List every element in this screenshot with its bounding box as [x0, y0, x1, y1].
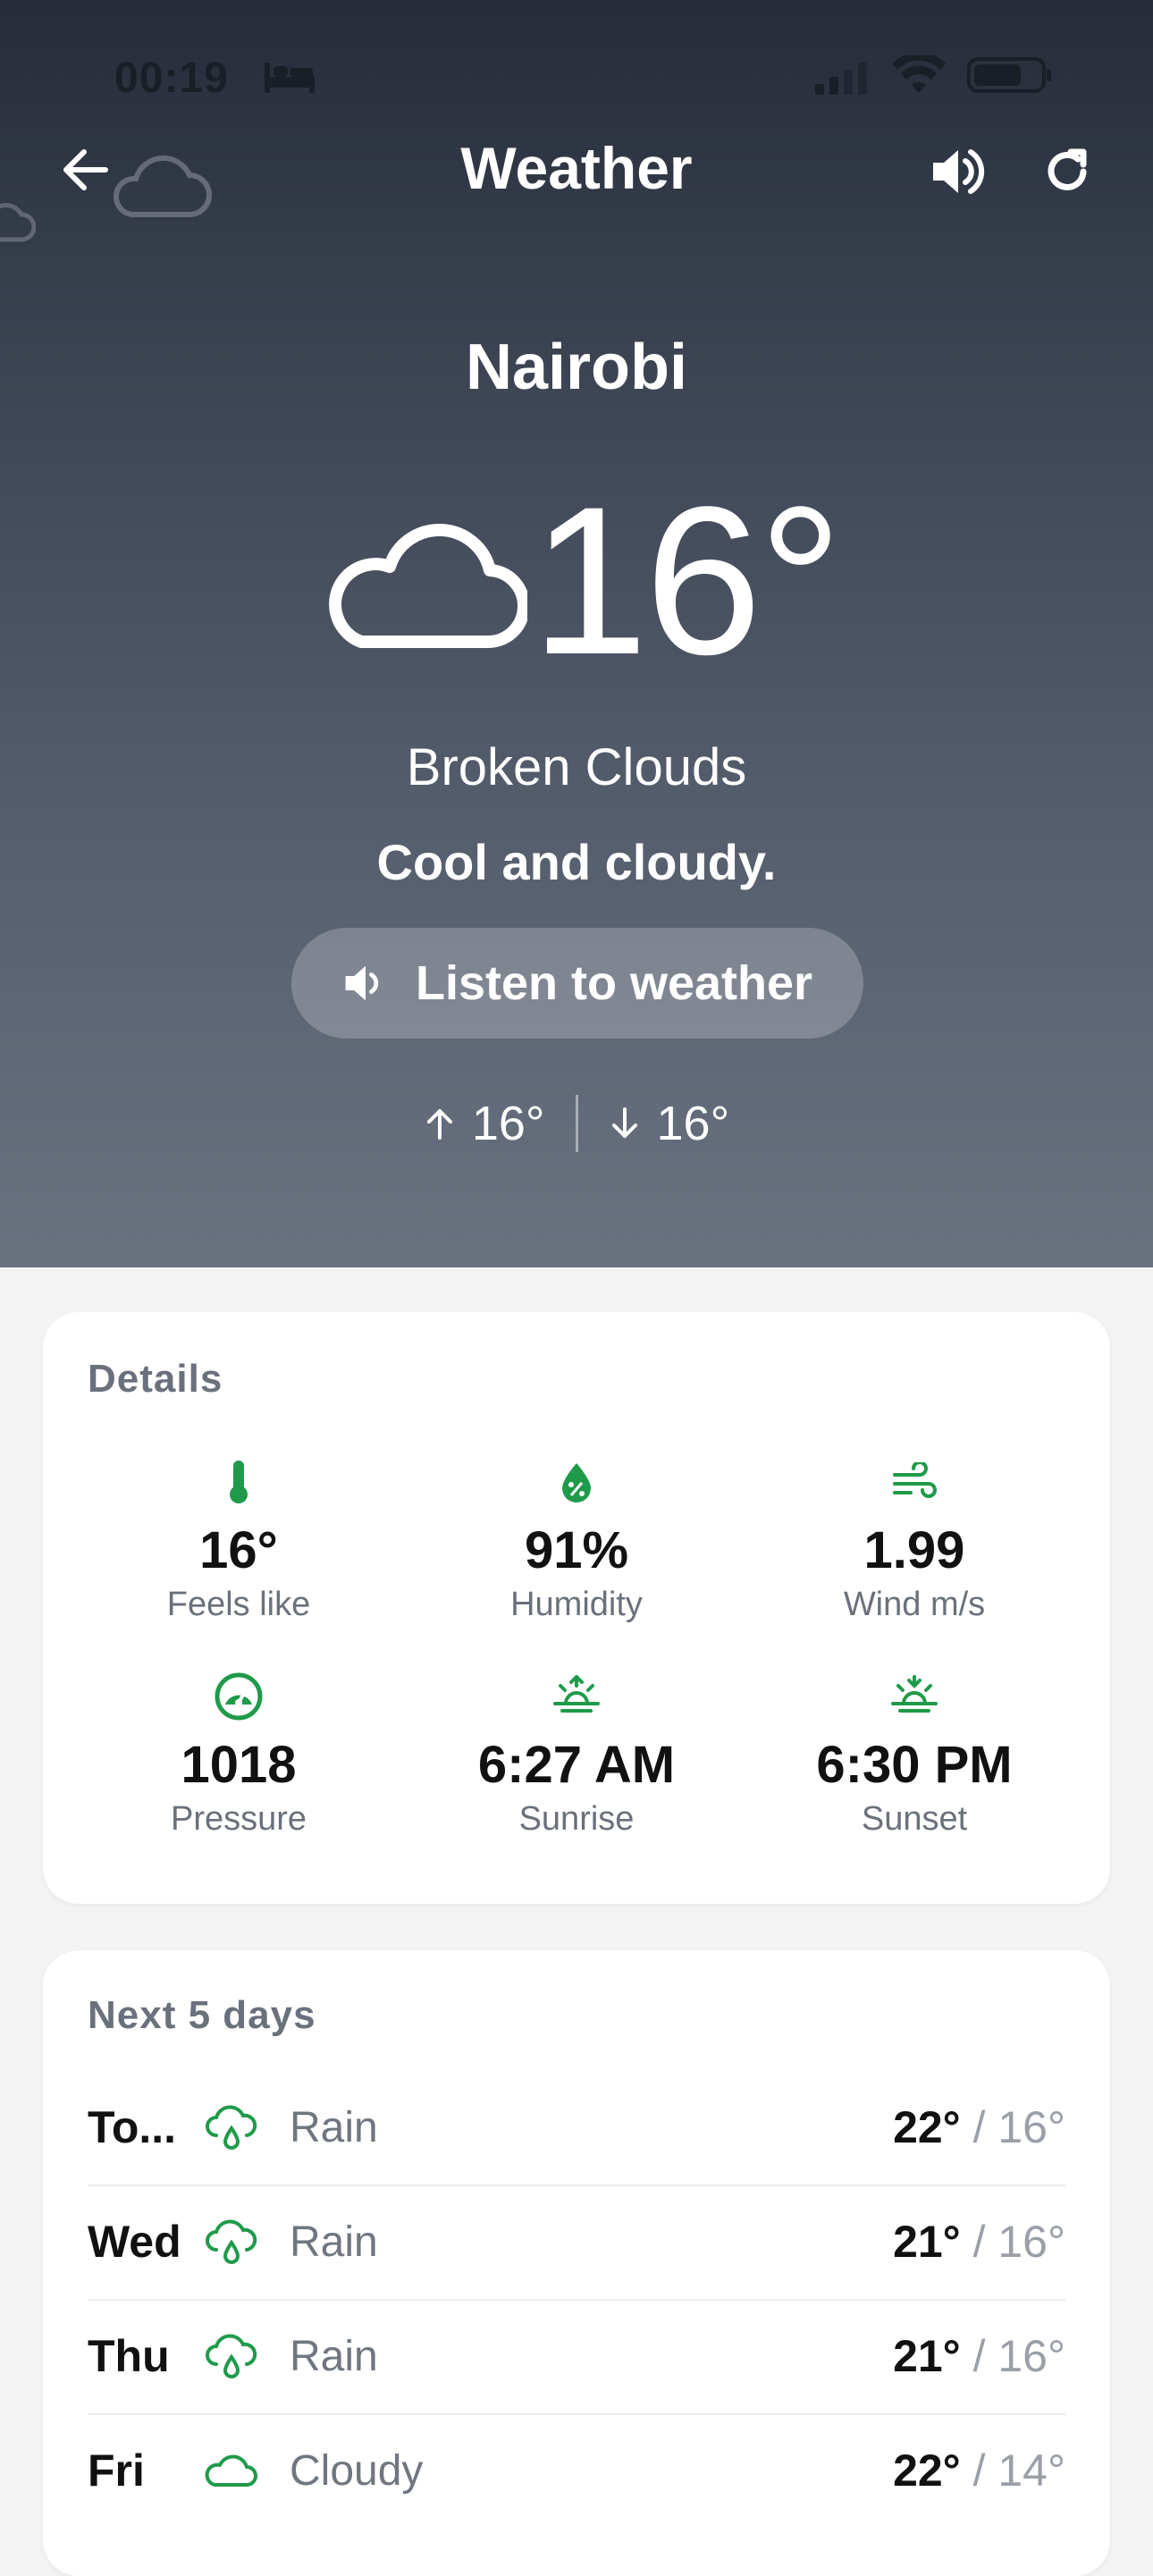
listen-button-label: Listen to weather — [415, 956, 813, 1010]
condition-text: Broken Clouds — [406, 738, 747, 796]
forecast-day: Fri — [88, 2446, 145, 2496]
low-temperature: 16° — [656, 1097, 730, 1150]
forecast-row[interactable]: Wed Rain 21° / 16° — [88, 2185, 1065, 2301]
arrow-down-icon — [611, 1107, 637, 1138]
decorative-cloud-icon — [0, 203, 36, 242]
high-temperature: 16° — [471, 1097, 545, 1150]
wifi-icon — [892, 55, 946, 93]
cellular-signal-icon — [815, 63, 867, 95]
humidity-stat: 91% Humidity — [408, 1455, 745, 1624]
weather-hero: 00:19 Weather Nairobi 16° Broken Clouds … — [0, 0, 1153, 1267]
forecast-condition: Cloudy — [290, 2446, 424, 2495]
forecast-temps: 21° / 16° — [893, 2217, 1065, 2267]
wind-stat: 1.99 Wind m/s — [745, 1455, 1083, 1624]
current-temperature: 16° — [531, 463, 843, 699]
forecast-row[interactable]: To... Rain 22° / 16° — [88, 2070, 1065, 2186]
pressure-gauge-icon — [215, 1672, 263, 1721]
details-card: Details 16° Feels like 91% Humidity 1.99… — [43, 1312, 1110, 1904]
battery-icon — [967, 57, 1051, 93]
forecast-card: Next 5 days To... Rain 22° / 16° Wed Rai… — [43, 1950, 1110, 2576]
thermometer-icon — [230, 1461, 248, 1503]
sunset-icon — [891, 1675, 938, 1713]
forecast-temps: 21° / 16° — [893, 2331, 1065, 2381]
rain-cloud-icon — [206, 2105, 257, 2150]
forecast-temps: 22° / 14° — [893, 2446, 1065, 2496]
forecast-condition: Rain — [290, 2332, 378, 2380]
feels-like-stat: 16° Feels like — [70, 1455, 408, 1624]
rain-cloud-icon — [206, 2334, 257, 2378]
sunrise-icon — [553, 1675, 600, 1713]
speaker-icon[interactable] — [930, 145, 987, 198]
back-arrow-icon[interactable] — [59, 143, 113, 197]
sunrise-stat: 6:27 AM Sunrise — [408, 1670, 745, 1839]
forecast-day: To... — [88, 2102, 177, 2152]
status-time: 00:19 — [114, 55, 229, 102]
rain-cloud-icon — [206, 2219, 257, 2264]
weather-summary: Cool and cloudy. — [376, 834, 777, 890]
decorative-cloud-icon — [113, 155, 212, 217]
arrow-up-icon — [426, 1109, 452, 1140]
humidity-icon — [562, 1463, 591, 1503]
forecast-row[interactable]: Thu Rain 21° / 16° — [88, 2299, 1065, 2415]
sunset-stat: 6:30 PM Sunset — [745, 1670, 1083, 1839]
refresh-icon[interactable] — [1040, 145, 1094, 198]
forecast-day: Wed — [88, 2217, 181, 2267]
cloud-icon — [205, 2454, 257, 2487]
sleep-bed-icon — [265, 63, 315, 93]
details-heading: Details — [88, 1357, 223, 1401]
forecast-day: Thu — [88, 2331, 170, 2381]
high-low-range: 16° 16° — [0, 1092, 1153, 1155]
cloud-icon — [329, 523, 527, 649]
speaker-icon — [345, 965, 379, 1001]
city-name: Nairobi — [465, 332, 688, 403]
pressure-stat: 1018 Pressure — [70, 1670, 408, 1839]
divider — [575, 1095, 578, 1152]
forecast-row[interactable]: Fri Cloudy 22° / 14° — [88, 2413, 1065, 2528]
wind-icon — [893, 1462, 937, 1498]
forecast-condition: Rain — [290, 2218, 378, 2266]
listen-to-weather-button[interactable]: Listen to weather — [291, 928, 863, 1039]
forecast-temps: 22° / 16° — [893, 2102, 1065, 2152]
forecast-condition: Rain — [290, 2103, 378, 2151]
forecast-heading: Next 5 days — [88, 1993, 316, 2037]
